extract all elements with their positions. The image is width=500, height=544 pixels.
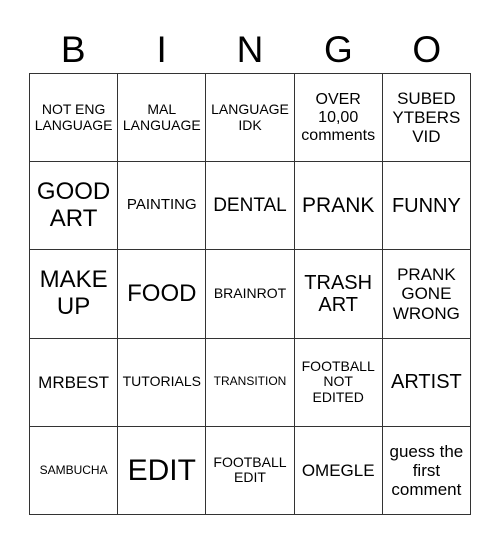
cell-label: EDIT: [127, 453, 196, 487]
bingo-cell[interactable]: MAL LANGUAGE: [118, 74, 207, 163]
cell-label: FOOD: [127, 279, 197, 307]
header-letter-g: G: [324, 29, 353, 70]
bingo-cell[interactable]: BRAINROT: [206, 250, 295, 339]
cell-label: MAKE UP: [39, 266, 108, 320]
cell-label: DENTAL: [213, 195, 287, 217]
bingo-cell[interactable]: TRASH ART: [294, 250, 383, 339]
bingo-cell[interactable]: GOOD ART: [30, 162, 119, 251]
bingo-cell[interactable]: EDIT: [118, 426, 207, 515]
cell-label: TRASH ART: [304, 271, 373, 316]
bingo-header: B I N G O: [29, 26, 471, 73]
cell-label: PAINTING: [126, 196, 197, 214]
bingo-cell[interactable]: OVER 10,00 comments: [294, 74, 383, 163]
bingo-cell[interactable]: NOT ENG LANGUAGE: [30, 74, 119, 163]
bingo-cell[interactable]: PAINTING: [118, 162, 207, 251]
cell-label: LANGUAGE IDK: [211, 100, 289, 133]
bingo-cell[interactable]: guess the first comment: [382, 426, 471, 515]
cell-label: FOOTBALL NOT EDITED: [301, 357, 375, 406]
cell-label: SUBED YTBERS VID: [392, 89, 461, 147]
cell-label: FUNNY: [391, 194, 461, 217]
bingo-cell[interactable]: MRBEST: [30, 338, 119, 427]
cell-label: OMEGLE: [301, 460, 375, 480]
header-letter-b: B: [60, 29, 86, 70]
header-letter-o: O: [412, 29, 442, 70]
cell-label: MAL LANGUAGE: [122, 100, 201, 133]
bingo-cell[interactable]: TUTORIALS: [118, 338, 207, 427]
bingo-cell[interactable]: ARTIST: [382, 338, 471, 427]
cell-label: MRBEST: [38, 372, 110, 392]
bingo-cell[interactable]: TRANSITION: [206, 338, 295, 427]
cell-label: GOOD ART: [36, 177, 111, 232]
bingo-cell[interactable]: FUNNY: [382, 162, 471, 251]
bingo-cell[interactable]: PRANK: [294, 162, 383, 251]
cell-label: guess the first comment: [389, 441, 464, 499]
cell-label: TRANSITION: [213, 374, 287, 389]
cell-label: PRANK GONE WRONG: [392, 265, 460, 323]
bingo-cell[interactable]: SAMBUCHA: [30, 426, 119, 515]
bingo-cell[interactable]: MAKE UP: [30, 250, 119, 339]
cell-label: TUTORIALS: [122, 373, 201, 390]
cell-label: NOT ENG LANGUAGE: [34, 100, 113, 133]
cell-label: SAMBUCHA: [39, 462, 108, 477]
header-letter-n: N: [236, 29, 264, 70]
bingo-cell[interactable]: FOOD: [118, 250, 207, 339]
bingo-cell[interactable]: SUBED YTBERS VID: [382, 74, 471, 163]
bingo-grid: NOT ENG LANGUAGE MAL LANGUAGE LANGUAGE I…: [29, 73, 471, 515]
cell-label: BRAINROT: [213, 285, 287, 302]
bingo-cell[interactable]: FOOTBALL NOT EDITED: [294, 338, 383, 427]
bingo-cell[interactable]: LANGUAGE IDK: [206, 74, 295, 163]
bingo-cell[interactable]: FOOTBALL EDIT: [206, 426, 295, 515]
header-letter-i: I: [156, 29, 167, 70]
cell-label: PRANK: [302, 194, 375, 218]
bingo-cell[interactable]: DENTAL: [206, 162, 295, 251]
bingo-cell[interactable]: OMEGLE: [294, 426, 383, 515]
cell-label: FOOTBALL EDIT: [213, 453, 287, 486]
cell-label: ARTIST: [391, 371, 462, 393]
bingo-cell[interactable]: PRANK GONE WRONG: [382, 250, 471, 339]
cell-label: OVER 10,00 comments: [301, 90, 376, 144]
